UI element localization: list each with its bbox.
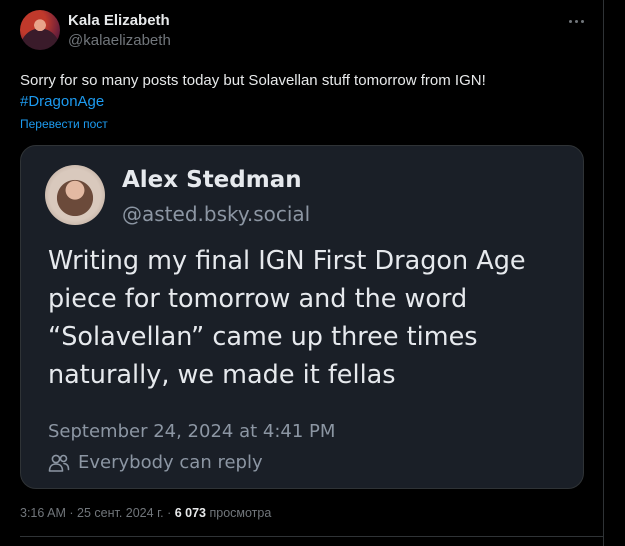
quoted-text: Writing my final IGN First Dragon Age pi… [48,246,526,390]
more-dot [568,19,572,23]
more-dot [574,19,578,23]
post: Kala Elizabeth @kalaelizabeth Sorry for … [0,0,625,546]
views-label: просмотра [209,506,272,520]
post-meta: 3:16 AM · 25 сент. 2024 г. · 6 073 просм… [20,505,271,521]
post-time[interactable]: 3:16 AM [20,506,66,520]
translate-post-link[interactable]: Перевести пост [20,117,108,131]
reply-setting-label: Everybody can reply [78,452,263,473]
post-date[interactable]: 25 сент. 2024 г. [77,506,164,520]
more-dot [580,19,584,23]
author-avatar[interactable] [20,10,60,50]
more-icon[interactable] [565,12,587,30]
hashtag-link[interactable]: #DragonAge [20,93,104,110]
quoted-name: Alex Stedman [122,167,302,193]
author-handle[interactable]: @kalaelizabeth [68,32,171,50]
post-body: Sorry for so many posts today but Solave… [20,72,486,89]
quoted-handle: @asted.bsky.social [122,202,311,226]
quoted-date: September 24, 2024 at 4:41 PM [48,421,336,442]
quoted-reply-setting: Everybody can reply [48,451,263,475]
meta-separator: · [69,506,74,520]
post-image[interactable]: Alex Stedman @asted.bsky.social Writing … [20,145,584,489]
column-divider [603,0,604,546]
author-display-name[interactable]: Kala Elizabeth [68,12,170,30]
views-count[interactable]: 6 073 [175,506,206,520]
people-icon [48,454,70,472]
post-text: Sorry for so many posts today but Solave… [20,70,590,112]
divider [20,536,603,537]
quoted-avatar [45,165,105,225]
meta-separator: · [167,506,172,520]
